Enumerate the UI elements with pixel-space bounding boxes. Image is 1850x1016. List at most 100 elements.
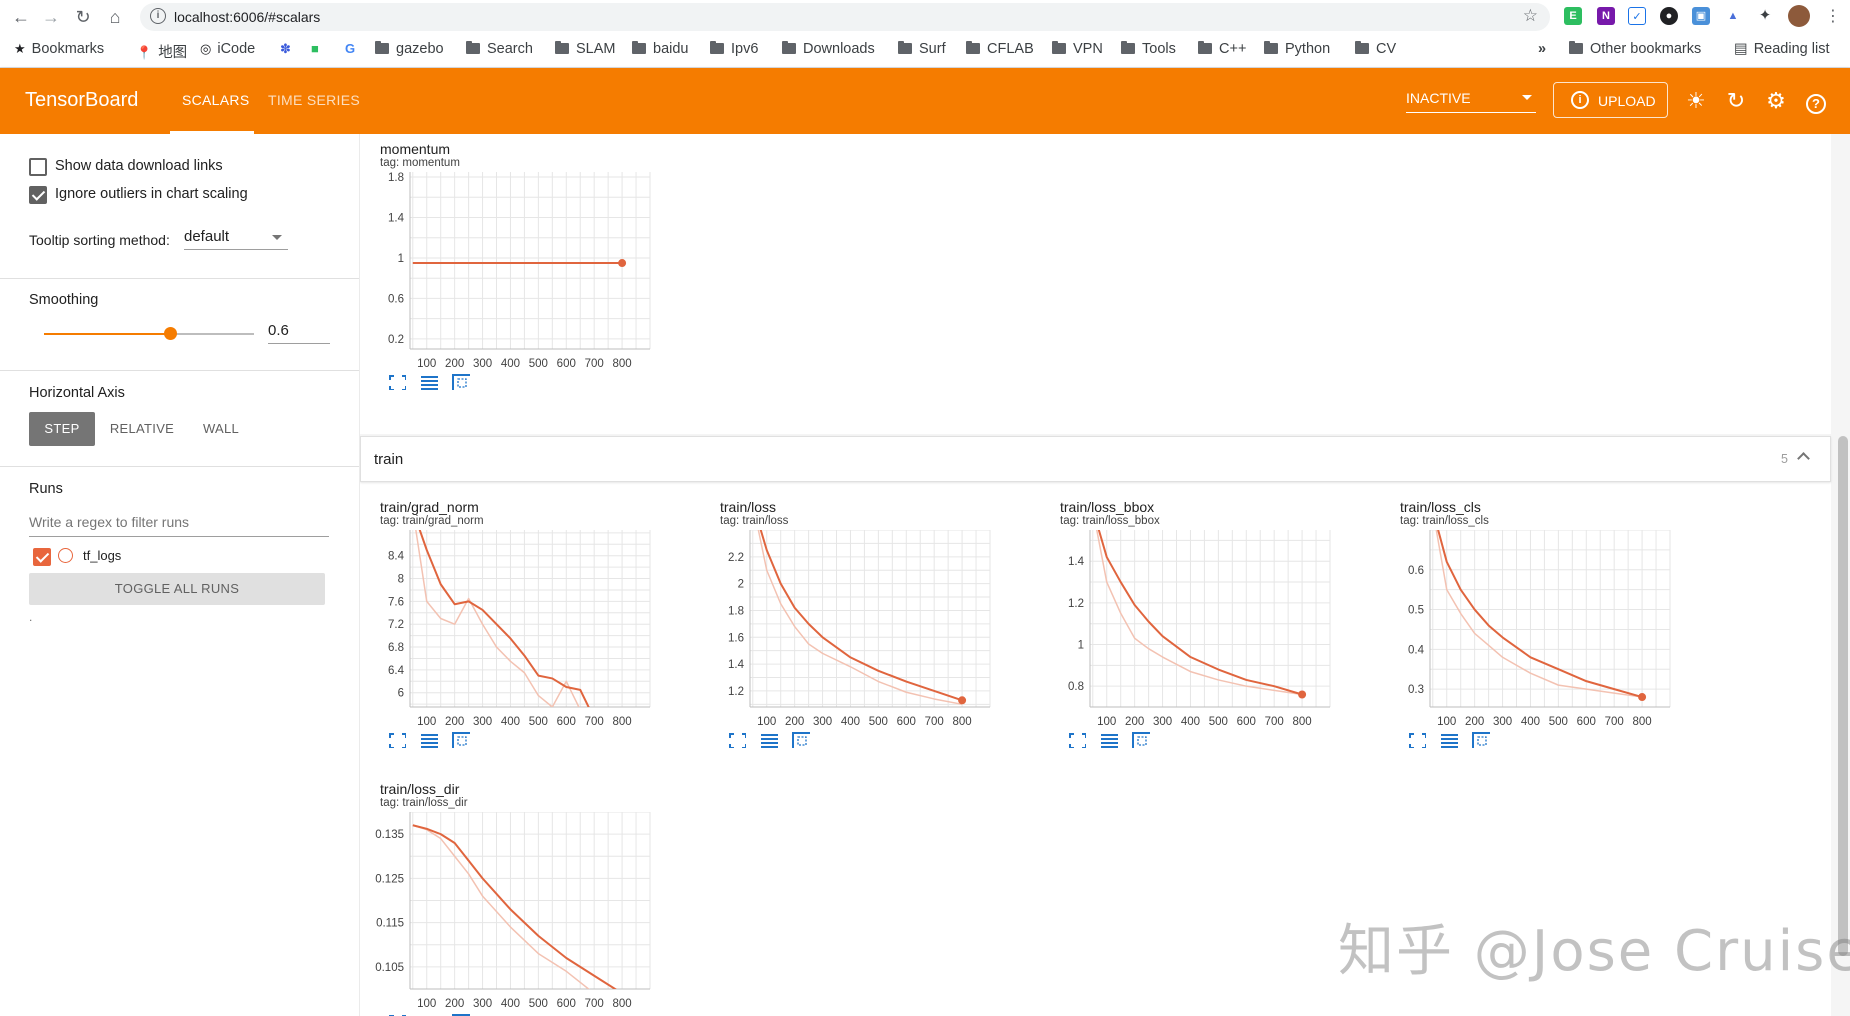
address-bar[interactable]: i localhost:6006/#scalars ☆ [140,3,1550,31]
help-icon[interactable]: ? [1804,89,1828,114]
bookmark-item[interactable]: 📍 地图 [136,41,187,62]
axis-step-button[interactable]: STEP [29,412,95,446]
x-tick-label: 800 [1632,716,1651,728]
bookmark-item[interactable]: Tools [1121,41,1176,57]
bookmark-item[interactable]: ✽ [280,41,291,57]
folder-icon [375,41,389,54]
graduation-cap-extension-icon[interactable]: ▲ [1724,7,1742,25]
bookmark-item[interactable]: VPN [1052,41,1103,57]
fullscreen-icon[interactable] [1408,732,1426,748]
github-extension-icon[interactable]: ● [1660,7,1678,25]
bookmark-item[interactable]: Surf [898,41,946,57]
x-tick-label: 800 [612,998,631,1010]
fit-domain-icon[interactable] [1132,732,1150,748]
data-table-icon[interactable] [420,732,438,748]
x-tick-label: 400 [1181,716,1200,728]
runs-filter-input[interactable]: Write a regex to filter runs [29,514,329,537]
bookmark-item[interactable]: Search [466,41,533,57]
checkmark-extension-icon[interactable]: ✓ [1628,7,1646,25]
series-end-point [1298,690,1307,699]
onenote-extension-icon[interactable]: N [1597,7,1615,25]
chart-card: train/loss_dir tag: train/loss_dir 0.105 0.… [360,774,680,1016]
tooltip-sorting-select[interactable]: default [184,228,288,250]
fit-domain-icon[interactable] [452,374,470,390]
axis-wall-button[interactable]: WALL [194,412,248,446]
run-tf-logs-checkbox[interactable] [33,548,51,566]
smoothing-heading: Smoothing [29,292,99,308]
data-table-icon[interactable] [760,732,778,748]
scrollbar-thumb[interactable] [1838,436,1848,956]
fullscreen-icon[interactable] [388,732,406,748]
refresh-icon[interactable]: ↻ [1724,89,1748,113]
home-icon[interactable]: ⌂ [102,4,128,30]
evernote-extension-icon[interactable]: E [1564,7,1582,25]
theme-toggle-icon[interactable]: ☀ [1684,89,1708,113]
data-table-icon[interactable] [1100,732,1118,748]
settings-gear-icon[interactable]: ⚙ [1764,89,1788,113]
forward-arrow-icon[interactable]: → [38,4,64,30]
address-url[interactable]: localhost:6006/#scalars [174,9,320,25]
site-info-icon[interactable]: i [150,8,166,24]
x-tick-label: 500 [1549,716,1568,728]
fullscreen-icon[interactable] [388,374,406,390]
tab-time-series[interactable]: TIME SERIES [268,92,360,108]
bookmark-label: 地图 [158,45,188,61]
fit-domain-icon[interactable] [452,732,470,748]
smoothing-slider-thumb[interactable] [164,327,177,340]
x-tick-label: 100 [1097,716,1116,728]
bookmark-item[interactable]: ■ [311,41,319,57]
smoothing-slider-fill [44,333,170,335]
fit-domain-icon[interactable] [1472,732,1490,748]
bookmark-item[interactable]: CFLAB [966,41,1034,57]
bookmark-label: gazebo [396,41,444,57]
smoothing-slider[interactable] [44,327,254,340]
evernote-icon: ■ [311,41,319,56]
chevron-up-icon[interactable] [1797,452,1810,465]
profile-avatar[interactable] [1788,5,1810,27]
fullscreen-icon[interactable] [728,732,746,748]
browser-menu-icon[interactable]: ⋮ [1820,4,1846,30]
bookmark-label: Downloads [803,41,875,57]
toggle-all-runs-button[interactable]: TOGGLE ALL RUNS [29,573,325,605]
smoothed-series-line [412,824,617,989]
plugin-select[interactable]: INACTIVE [1406,90,1536,113]
fit-domain-icon[interactable] [792,732,810,748]
other-bookmarks[interactable]: Other bookmarks [1569,41,1701,57]
bookmarks-overflow-chevron-icon[interactable]: » [1538,41,1546,57]
bookmark-item[interactable]: gazebo [375,41,444,57]
fullscreen-icon[interactable] [1068,732,1086,748]
chart-title: momentum [380,141,451,157]
bookmark-item[interactable]: Downloads [782,41,875,57]
bookmark-item[interactable]: SLAM [555,41,616,57]
reading-list[interactable]: ▤ Reading list [1734,41,1829,57]
axis-relative-button[interactable]: RELATIVE [104,412,180,446]
ignore-outliers-checkbox[interactable] [29,186,47,204]
extensions-puzzle-icon[interactable]: ✦ [1756,7,1774,25]
data-table-icon[interactable] [1440,732,1458,748]
show-download-links-checkbox[interactable] [29,158,47,176]
smoothed-series-line [759,530,963,702]
bookmark-item[interactable]: G [345,41,355,57]
train-group-header[interactable]: train 5 [360,436,1831,482]
data-table-icon[interactable] [420,374,438,390]
upload-button[interactable]: i UPLOAD [1553,82,1668,118]
bookmark-item[interactable]: Ipv6 [710,41,758,57]
bookmark-item[interactable]: ◎ iCode [200,41,255,57]
x-tick-label: 700 [585,716,604,728]
bookmark-item[interactable]: ★ Bookmarks [14,41,104,57]
reload-icon[interactable]: ↻ [70,4,96,30]
folder-icon [1198,41,1212,54]
smoothing-input[interactable]: 0.6 [268,322,330,344]
bookmark-item[interactable]: C++ [1198,41,1246,57]
tab-scalars[interactable]: SCALARS [182,92,249,108]
bookmark-item[interactable]: Python [1264,41,1330,57]
x-tick-label: 300 [473,358,492,370]
back-arrow-icon[interactable]: ← [8,4,34,30]
google-icon: G [345,41,356,56]
bookmark-star-icon[interactable]: ☆ [1523,6,1538,26]
x-tick-label: 400 [501,358,520,370]
bookmark-item[interactable]: baidu [632,41,688,57]
bookmark-item[interactable]: CV [1355,41,1396,57]
run-color-circle-icon[interactable] [58,548,73,563]
translate-extension-icon[interactable]: ▣ [1692,7,1710,25]
